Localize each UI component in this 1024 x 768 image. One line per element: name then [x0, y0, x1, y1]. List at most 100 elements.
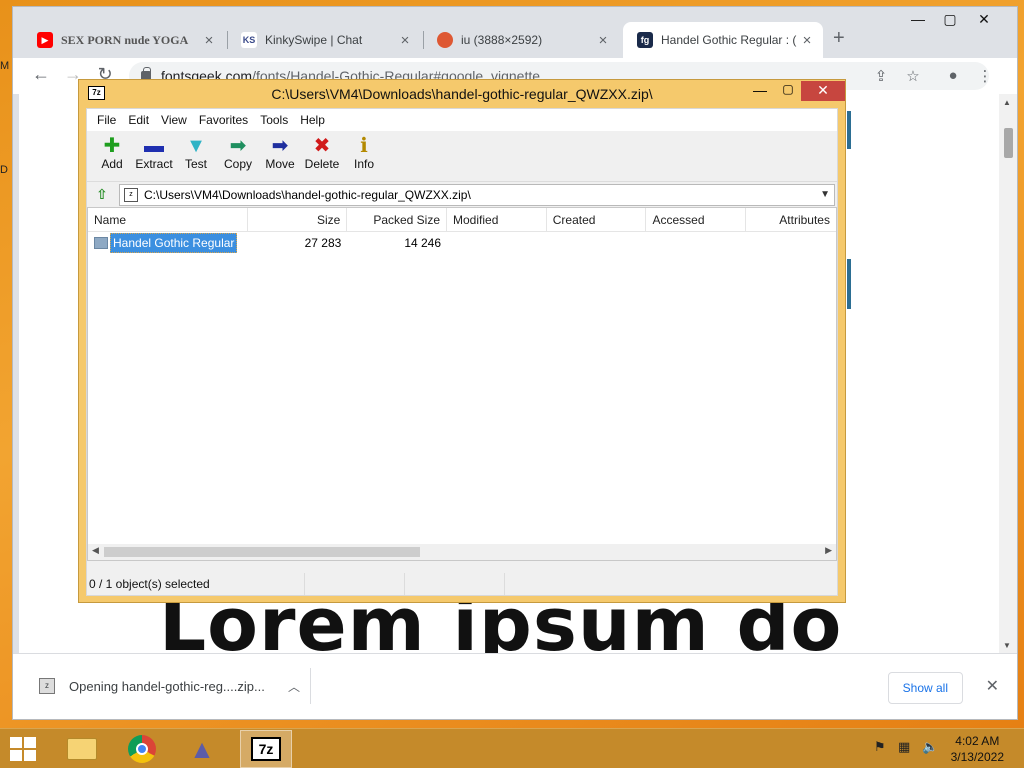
- folder-icon: [67, 738, 97, 760]
- scroll-thumb[interactable]: [104, 547, 420, 557]
- tab-youtube[interactable]: ▶ SEX PORN nude YOGA ×: [23, 22, 225, 58]
- system-clock[interactable]: 4:02 AM 3/13/2022: [951, 733, 1004, 765]
- scroll-left-icon[interactable]: ◀: [92, 545, 99, 556]
- horizontal-scrollbar[interactable]: ◀ ▶: [88, 544, 836, 560]
- download-label: Opening handel-gothic-reg....zip...: [69, 678, 265, 694]
- table-row[interactable]: Handel Gothic Regular 27 283 14 246: [88, 233, 836, 253]
- maximize-button[interactable]: ▢: [775, 82, 801, 96]
- windows-logo-icon: [10, 737, 22, 748]
- volume-muted-icon[interactable]: 🔈: [922, 739, 938, 755]
- folder-up-icon[interactable]: ⇧: [91, 186, 113, 203]
- clock-time: 4:02 AM: [955, 734, 1000, 748]
- extract-button[interactable]: ▬ Extract: [133, 131, 175, 181]
- network-icon[interactable]: ▦: [898, 739, 910, 755]
- copy-button[interactable]: ➡ Copy: [217, 131, 259, 181]
- chevron-up-icon[interactable]: ︿: [288, 678, 300, 695]
- minimize-button[interactable]: —: [901, 11, 935, 27]
- path-combobox[interactable]: z C:\Users\VM4\Downloads\handel-gothic-r…: [119, 183, 835, 206]
- close-icon[interactable]: ×: [595, 32, 611, 49]
- bookmark-star-icon[interactable]: ☆: [903, 67, 923, 85]
- column-size[interactable]: Size: [248, 208, 348, 231]
- 7zip-taskbar[interactable]: 7z: [240, 730, 292, 768]
- tab-handel-gothic[interactable]: fg Handel Gothic Regular : ( ×: [623, 22, 823, 58]
- column-name[interactable]: Name: [88, 208, 248, 231]
- add-button[interactable]: ✚ Add: [91, 131, 133, 181]
- menu-tools[interactable]: Tools: [254, 113, 294, 127]
- 7zip-icon: 7z: [251, 737, 281, 761]
- window-title: C:\Users\VM4\Downloads\handel-gothic-reg…: [271, 86, 653, 102]
- close-icon[interactable]: ×: [201, 32, 217, 49]
- file-name: Handel Gothic Regular: [110, 233, 238, 253]
- tab-kinkyswipe[interactable]: KS KinkySwipe | Chat ×: [227, 22, 421, 58]
- tab-title: SEX PORN nude YOGA: [61, 32, 189, 47]
- close-icon[interactable]: ×: [397, 32, 413, 49]
- tab-title: KinkySwipe | Chat: [265, 33, 363, 47]
- ks-icon: KS: [241, 32, 257, 48]
- delete-icon: ✖: [313, 135, 331, 157]
- info-icon: ℹ: [360, 135, 368, 157]
- minimize-button[interactable]: —: [747, 82, 773, 98]
- back-button[interactable]: ←: [29, 64, 53, 85]
- status-selection: 0 / 1 object(s) selected: [87, 573, 305, 595]
- chrome-icon: [128, 735, 156, 763]
- info-button[interactable]: ℹ Info: [343, 131, 385, 181]
- menu-kebab-icon[interactable]: ⋮: [975, 67, 995, 85]
- download-shelf: z Opening handel-gothic-reg....zip... ︿ …: [13, 653, 1017, 719]
- cell-accessed: [647, 234, 747, 252]
- menu-favorites[interactable]: Favorites: [193, 113, 254, 127]
- page-accent: [847, 259, 851, 309]
- flag-icon[interactable]: ⚑: [874, 739, 886, 755]
- file-list: Name Size Packed Size Modified Created A…: [87, 207, 837, 561]
- zip-file-icon: z: [39, 678, 55, 694]
- column-accessed[interactable]: Accessed: [646, 208, 747, 231]
- test-button[interactable]: ▼ Test: [175, 131, 217, 181]
- extract-icon: ▬: [144, 135, 164, 157]
- close-icon[interactable]: ×: [799, 32, 815, 49]
- column-attributes[interactable]: Attributes: [746, 208, 836, 231]
- address-row: ⇧ z C:\Users\VM4\Downloads\handel-gothic…: [87, 181, 837, 207]
- start-button[interactable]: [10, 737, 38, 761]
- close-window-button[interactable]: ✕: [967, 11, 1001, 28]
- menu-file[interactable]: File: [91, 113, 122, 127]
- scroll-thumb[interactable]: [1004, 128, 1013, 158]
- file-explorer-taskbar[interactable]: [56, 730, 108, 768]
- column-modified[interactable]: Modified: [447, 208, 547, 231]
- new-tab-button[interactable]: +: [833, 27, 845, 50]
- scroll-right-icon[interactable]: ▶: [825, 545, 832, 556]
- close-window-button[interactable]: ✕: [801, 81, 845, 101]
- taskbar: ▲ 7z ⚑ ▦ 🔈 4:02 AM 3/13/2022: [0, 728, 1024, 768]
- maximize-button[interactable]: ▢: [933, 11, 967, 28]
- move-button[interactable]: ➡ Move: [259, 131, 301, 181]
- chevron-down-icon[interactable]: ▼: [820, 189, 830, 200]
- close-icon[interactable]: ✕: [986, 676, 999, 696]
- menu-help[interactable]: Help: [294, 113, 331, 127]
- add-label: Add: [101, 157, 123, 171]
- app-taskbar[interactable]: ▲: [176, 730, 228, 768]
- status-bar: 0 / 1 object(s) selected: [87, 573, 837, 595]
- share-icon[interactable]: ⇪: [871, 67, 891, 85]
- path-text: C:\Users\VM4\Downloads\handel-gothic-reg…: [144, 187, 471, 202]
- fontsgeek-icon: fg: [637, 32, 653, 48]
- menu-view[interactable]: View: [155, 113, 193, 127]
- chrome-taskbar[interactable]: [116, 730, 168, 768]
- title-bar[interactable]: 7z C:\Users\VM4\Downloads\handel-gothic-…: [79, 80, 845, 106]
- scroll-up-icon[interactable]: ▲: [1003, 98, 1011, 107]
- scroll-down-icon[interactable]: ▼: [1003, 641, 1011, 650]
- 7zip-toolbar: ✚ Add ▬ Extract ▼ Test ➡ Copy ➡ Move ✖ Delete …: [87, 131, 837, 181]
- status-pane: [305, 573, 405, 595]
- show-all-button[interactable]: Show all: [887, 672, 963, 704]
- tab-image[interactable]: iu (3888×2592) ×: [423, 22, 619, 58]
- cell-name: Handel Gothic Regular: [88, 233, 248, 253]
- menu-edit[interactable]: Edit: [122, 113, 155, 127]
- download-item[interactable]: z Opening handel-gothic-reg....zip... ︿: [29, 668, 311, 704]
- column-packed-size[interactable]: Packed Size: [347, 208, 448, 231]
- page-scrollbar[interactable]: ▲ ▼: [999, 94, 1017, 654]
- delete-button[interactable]: ✖ Delete: [301, 131, 343, 181]
- column-created[interactable]: Created: [547, 208, 647, 231]
- delete-label: Delete: [304, 157, 340, 171]
- list-header: Name Size Packed Size Modified Created A…: [88, 208, 836, 232]
- move-icon: ➡: [271, 135, 289, 157]
- copy-label: Copy: [223, 157, 252, 171]
- tab-title: iu (3888×2592): [461, 33, 543, 47]
- profile-icon[interactable]: ●: [943, 67, 963, 84]
